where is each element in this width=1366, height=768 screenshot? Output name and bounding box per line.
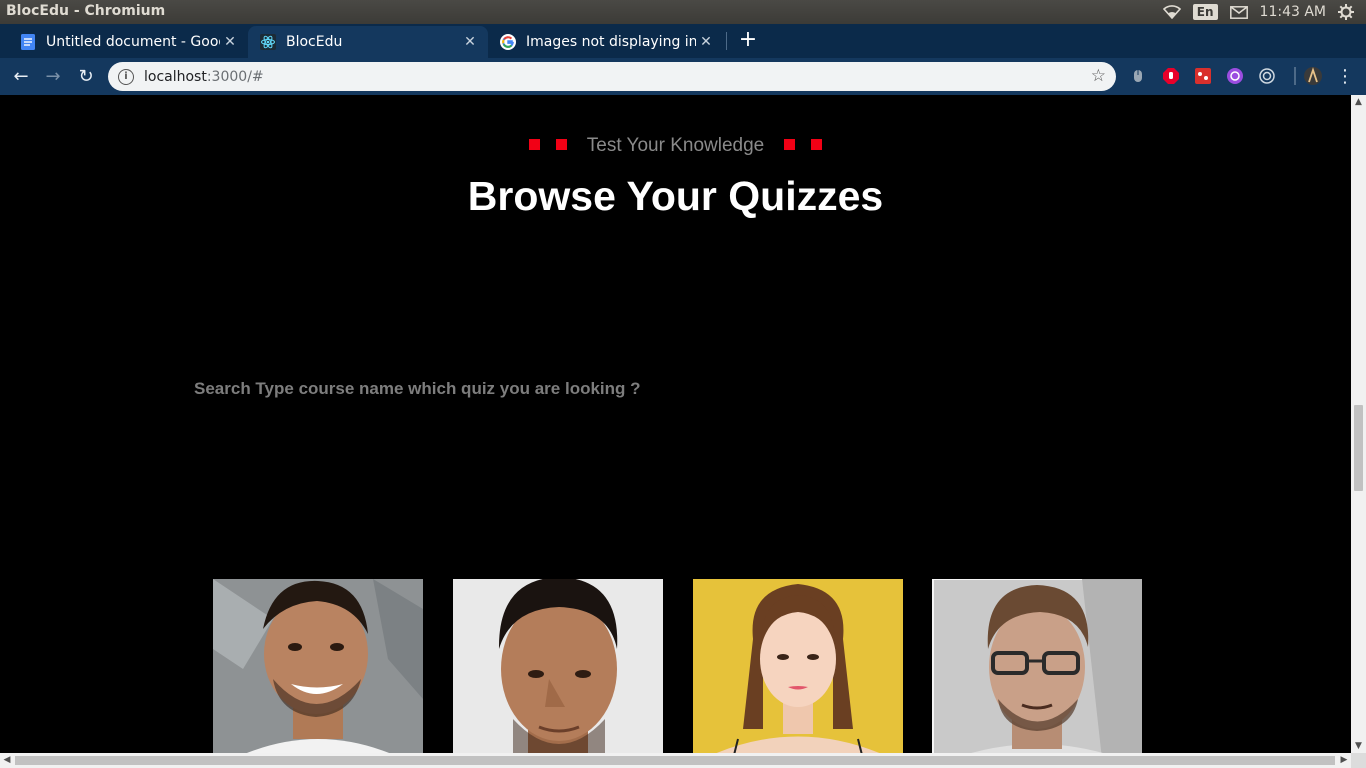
adblock-icon[interactable] — [1163, 68, 1179, 84]
close-tab-icon[interactable]: ✕ — [696, 34, 716, 50]
tab-separator — [726, 32, 727, 50]
settings-gear-icon[interactable] — [1338, 4, 1354, 20]
tab-blocedu[interactable]: BlocEdu ✕ — [248, 26, 488, 58]
instructor-photo-4[interactable] — [932, 579, 1142, 753]
subtitle-text: Test Your Knowledge — [586, 135, 765, 156]
url-text[interactable]: localhost:3000/# — [144, 69, 264, 85]
wifi-icon[interactable] — [1162, 5, 1181, 19]
red-extension-icon[interactable] — [1195, 68, 1211, 84]
browser-toolbar: ← → ↻ i localhost:3000/# ☆ ⋮ — [0, 58, 1366, 95]
scroll-left-arrow-icon[interactable]: ◀ — [0, 753, 14, 768]
accent-square — [529, 139, 541, 151]
instructor-photo-2[interactable] — [453, 579, 663, 753]
new-tab-plus-icon[interactable]: + — [737, 28, 759, 52]
keyboard-language-indicator[interactable]: En — [1192, 4, 1218, 20]
mouse-extension-icon[interactable] — [1132, 68, 1144, 84]
react-icon — [260, 34, 276, 50]
bookmark-star-icon[interactable]: ☆ — [1091, 66, 1106, 86]
vertical-scrollbar[interactable]: ▲ ▼ — [1351, 95, 1366, 753]
horizontal-scrollbar[interactable]: ◀ ▶ — [0, 753, 1351, 768]
page-heading: Browse Your Quizzes — [467, 173, 884, 219]
google-docs-icon — [20, 34, 36, 50]
quiz-search-input[interactable] — [192, 375, 896, 403]
avatar-extension-icon[interactable] — [1304, 67, 1322, 85]
clock[interactable]: 11:43 AM — [1260, 4, 1326, 20]
accent-square — [810, 139, 822, 151]
toolbar-divider — [1294, 67, 1296, 85]
os-top-bar: BlocEdu - Chromium En 11:43 AM — [0, 0, 1366, 24]
mail-icon[interactable] — [1229, 5, 1248, 19]
instructor-photo-3[interactable] — [693, 579, 903, 753]
browser-tab-strip: Untitled document - Goog ✕ BlocEdu ✕ Ima… — [0, 24, 1366, 58]
page-content: Test Your Knowledge Browse Your Quizzes — [0, 95, 1351, 753]
tab-label: Untitled document - Goog — [46, 34, 220, 50]
close-tab-icon[interactable]: ✕ — [460, 34, 480, 50]
tab-label: BlocEdu — [286, 34, 343, 50]
browser-menu-icon[interactable]: ⋮ — [1336, 64, 1354, 90]
window-title: BlocEdu - Chromium — [6, 3, 166, 19]
accent-square — [783, 139, 795, 151]
tab-images-not-displaying[interactable]: Images not displaying in ( ✕ — [488, 26, 724, 58]
reload-icon[interactable]: ↻ — [73, 64, 99, 90]
section-subtitle: Test Your Knowledge — [0, 135, 1351, 157]
scroll-down-arrow-icon[interactable]: ▼ — [1351, 739, 1366, 753]
address-bar[interactable]: i localhost:3000/# ☆ — [108, 62, 1116, 91]
forward-arrow-icon[interactable]: → — [40, 64, 66, 90]
site-info-icon[interactable]: i — [118, 68, 134, 85]
accent-square — [556, 139, 568, 151]
scroll-right-arrow-icon[interactable]: ▶ — [1337, 753, 1351, 768]
vertical-scroll-thumb[interactable] — [1354, 405, 1363, 491]
close-tab-icon[interactable]: ✕ — [220, 34, 240, 50]
target-extension-icon[interactable] — [1259, 68, 1275, 84]
back-arrow-icon[interactable]: ← — [8, 64, 34, 90]
purple-extension-icon[interactable] — [1227, 68, 1243, 84]
horizontal-scroll-thumb[interactable] — [15, 756, 1335, 765]
scrollbar-corner — [1351, 753, 1366, 768]
tab-label: Images not displaying in ( — [526, 34, 696, 50]
instructor-photo-1[interactable] — [213, 579, 423, 753]
system-tray: En 11:43 AM — [1162, 0, 1366, 24]
scroll-up-arrow-icon[interactable]: ▲ — [1351, 95, 1366, 109]
google-g-icon — [500, 34, 516, 50]
tab-untitled-document[interactable]: Untitled document - Goog ✕ — [8, 26, 248, 58]
